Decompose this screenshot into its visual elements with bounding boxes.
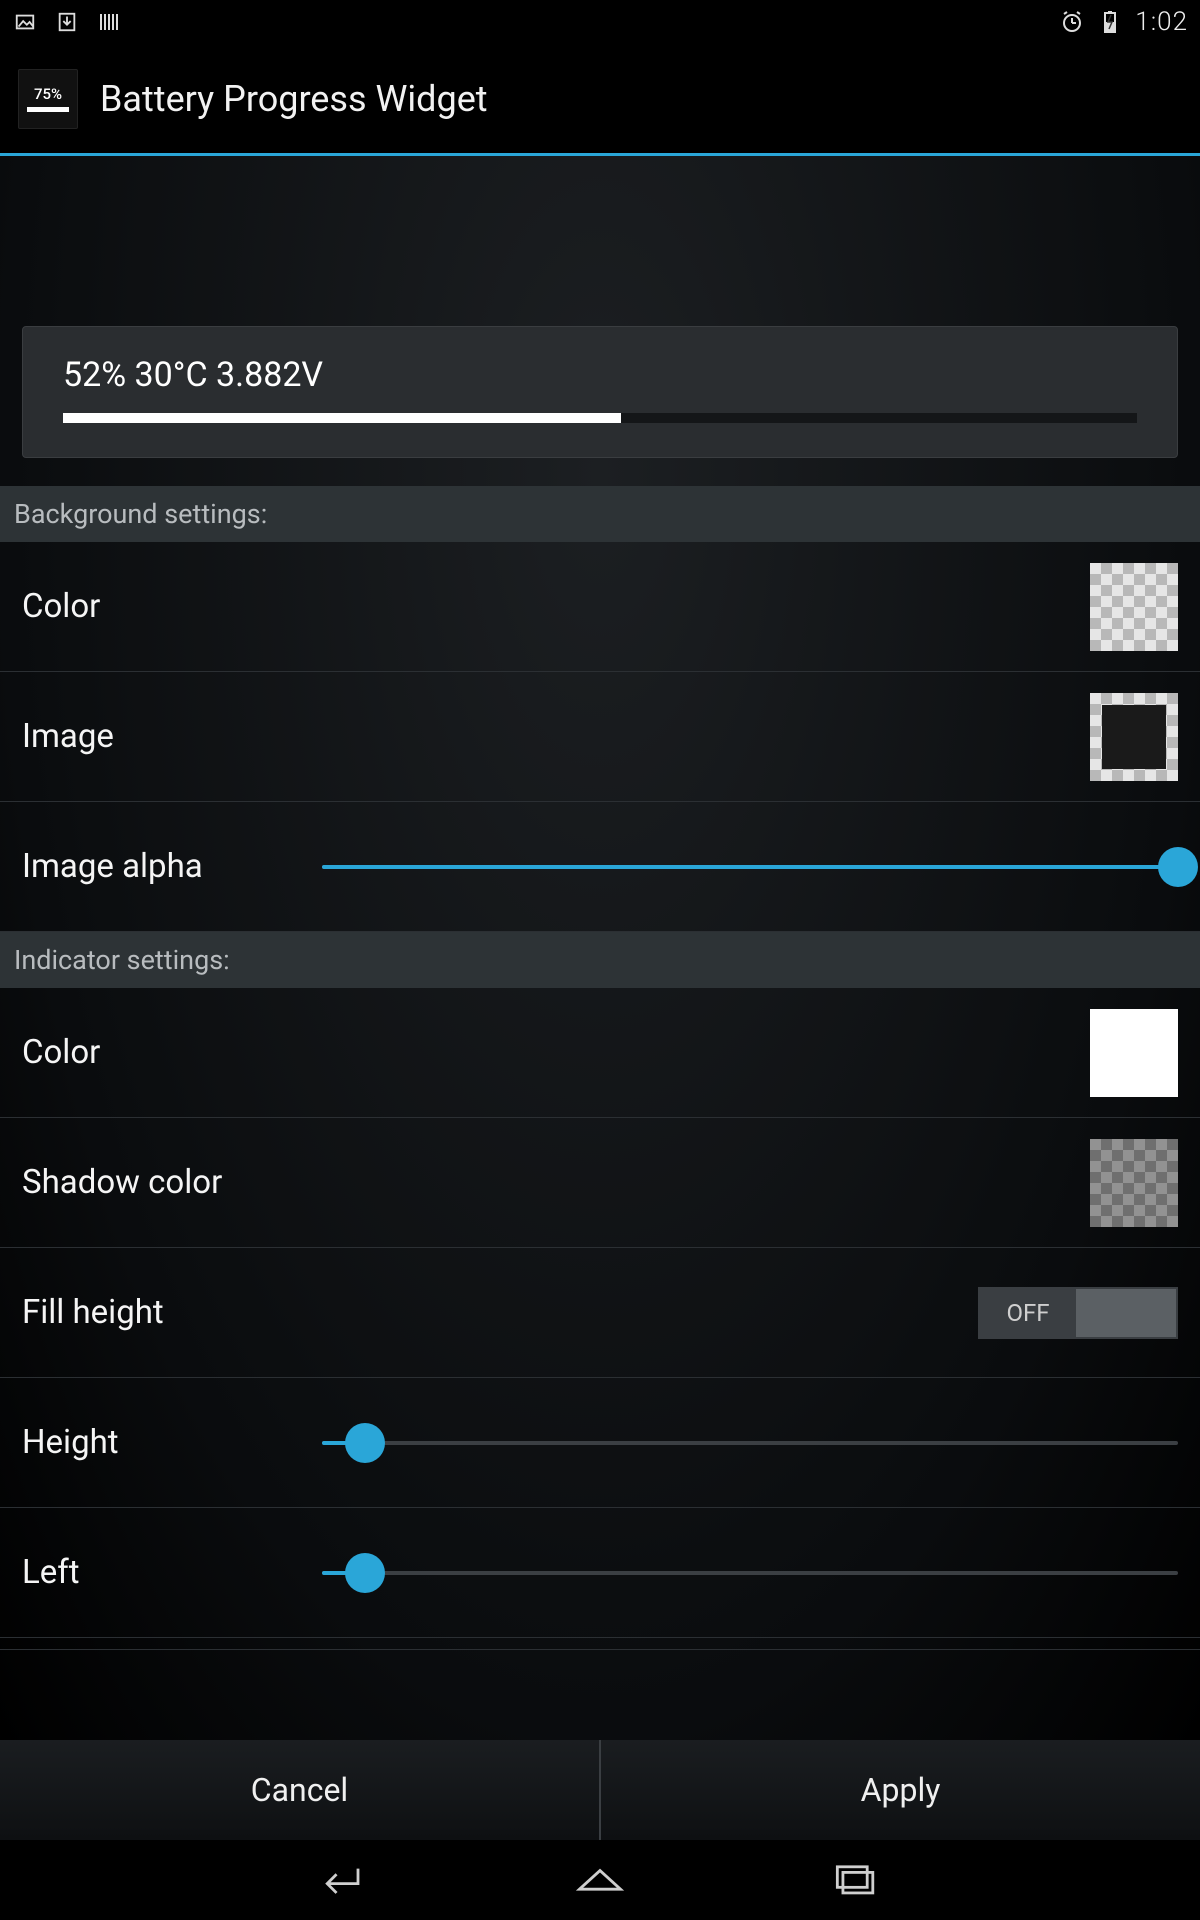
slider-thumb-icon[interactable] xyxy=(1158,847,1198,887)
bg-image-label: Image xyxy=(22,717,282,756)
status-clock: 1:02 xyxy=(1135,7,1188,37)
image-alpha-label: Image alpha xyxy=(22,847,282,886)
app-title: Battery Progress Widget xyxy=(100,78,488,120)
alarm-icon xyxy=(1059,9,1085,35)
row-left[interactable]: Left xyxy=(0,1508,1200,1638)
widget-preview: 52% 30°C 3.882V xyxy=(22,326,1178,458)
app-icon-pct: 75% xyxy=(34,85,62,103)
row-height[interactable]: Height xyxy=(0,1378,1200,1508)
section-header-indicator: Indicator settings: xyxy=(0,932,1200,988)
battery-icon xyxy=(1097,9,1123,35)
shadow-color-swatch[interactable] xyxy=(1090,1139,1178,1227)
bg-color-label: Color xyxy=(22,587,282,626)
status-bar: 1:02 xyxy=(0,0,1200,44)
height-label: Height xyxy=(22,1423,282,1462)
slider-thumb-icon[interactable] xyxy=(345,1423,385,1463)
row-shadow-color[interactable]: Shadow color xyxy=(0,1118,1200,1248)
indicator-color-swatch[interactable] xyxy=(1090,1009,1178,1097)
preview-text: 52% 30°C 3.882V xyxy=(63,355,1137,395)
shadow-color-label: Shadow color xyxy=(22,1163,282,1202)
left-slider[interactable] xyxy=(322,1553,1178,1593)
bg-image-swatch[interactable] xyxy=(1090,693,1178,781)
left-label: Left xyxy=(22,1553,282,1592)
recent-apps-icon[interactable] xyxy=(828,1858,884,1902)
system-nav-bar xyxy=(0,1840,1200,1920)
slider-thumb-icon[interactable] xyxy=(345,1553,385,1593)
fill-height-label: Fill height xyxy=(22,1293,282,1332)
back-icon[interactable] xyxy=(316,1858,372,1902)
image-alpha-slider[interactable] xyxy=(322,847,1178,887)
app-icon: 75% xyxy=(18,69,78,129)
toggle-off-label: OFF xyxy=(978,1287,1078,1339)
row-indicator-color[interactable]: Color xyxy=(0,988,1200,1118)
button-bar: Cancel Apply xyxy=(0,1740,1200,1840)
fill-height-toggle[interactable]: OFF xyxy=(978,1287,1178,1339)
section-header-background: Background settings: xyxy=(0,486,1200,542)
gallery-icon xyxy=(12,9,38,35)
preview-progress-track xyxy=(63,413,1137,423)
row-bg-color[interactable]: Color xyxy=(0,542,1200,672)
height-slider[interactable] xyxy=(322,1423,1178,1463)
app-bar: 75% Battery Progress Widget xyxy=(0,44,1200,156)
download-icon xyxy=(54,9,80,35)
preview-progress-fill xyxy=(63,413,621,423)
row-fill-height[interactable]: Fill height OFF xyxy=(0,1248,1200,1378)
barcode-icon xyxy=(96,9,122,35)
home-icon[interactable] xyxy=(572,1858,628,1902)
bg-color-swatch[interactable] xyxy=(1090,563,1178,651)
row-image-alpha[interactable]: Image alpha xyxy=(0,802,1200,932)
row-bg-image[interactable]: Image xyxy=(0,672,1200,802)
cancel-button[interactable]: Cancel xyxy=(0,1740,599,1840)
main-content[interactable]: 52% 30°C 3.882V Background settings: Col… xyxy=(0,156,1200,1740)
indicator-color-label: Color xyxy=(22,1033,282,1072)
apply-button[interactable]: Apply xyxy=(601,1740,1200,1840)
